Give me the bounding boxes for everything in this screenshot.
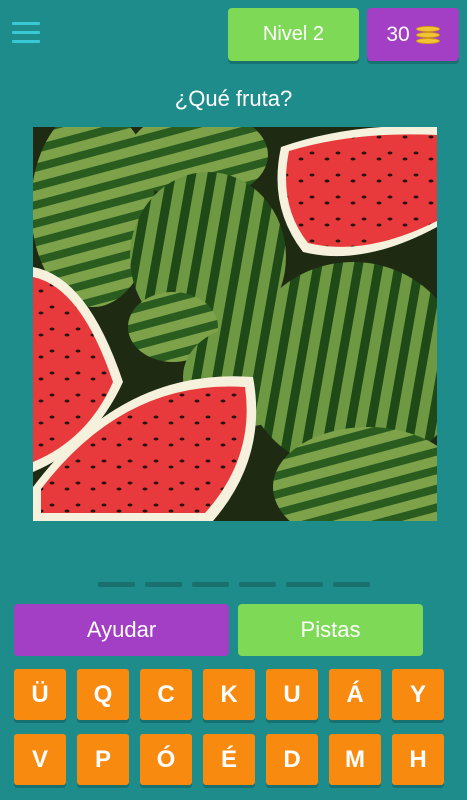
fruit-image [33, 127, 437, 521]
level-label: Nivel 2 [262, 23, 325, 45]
letter-key[interactable]: Y [392, 669, 444, 720]
letter-key[interactable]: U [266, 669, 318, 720]
answer-slot [239, 582, 276, 587]
hints-button[interactable]: Pistas [238, 604, 423, 656]
letter-key[interactable]: C [140, 669, 192, 720]
answer-slot [192, 582, 229, 587]
letter-key[interactable]: M [329, 734, 381, 785]
letter-key[interactable]: P [77, 734, 129, 785]
letter-keyboard: Ü Q C K U Á Y V P Ó É D M H [14, 669, 458, 799]
help-button[interactable]: Ayudar [14, 604, 229, 656]
letter-key[interactable]: Á [329, 669, 381, 720]
answer-slot [286, 582, 323, 587]
coins-button[interactable]: 30 [367, 8, 459, 61]
menu-icon[interactable] [12, 22, 40, 44]
answer-slot [145, 582, 182, 587]
coin-stack-icon [415, 25, 440, 44]
level-button[interactable]: Nivel 2 [228, 8, 359, 61]
letter-key[interactable]: Ó [140, 734, 192, 785]
letter-key[interactable]: D [266, 734, 318, 785]
answer-slots [98, 582, 370, 587]
letter-key[interactable]: K [203, 669, 255, 720]
letter-key[interactable]: H [392, 734, 444, 785]
letter-key[interactable]: Q [77, 669, 129, 720]
keyboard-row-2: V P Ó É D M H [14, 734, 458, 785]
letter-key[interactable]: É [203, 734, 255, 785]
letter-key[interactable]: Ü [14, 669, 66, 720]
question-text: ¿Qué fruta? [174, 86, 293, 111]
answer-slot [98, 582, 135, 587]
letter-key[interactable]: V [14, 734, 66, 785]
answer-slot [333, 582, 370, 587]
keyboard-row-1: Ü Q C K U Á Y [14, 669, 458, 720]
coin-count: 30 [386, 22, 410, 46]
